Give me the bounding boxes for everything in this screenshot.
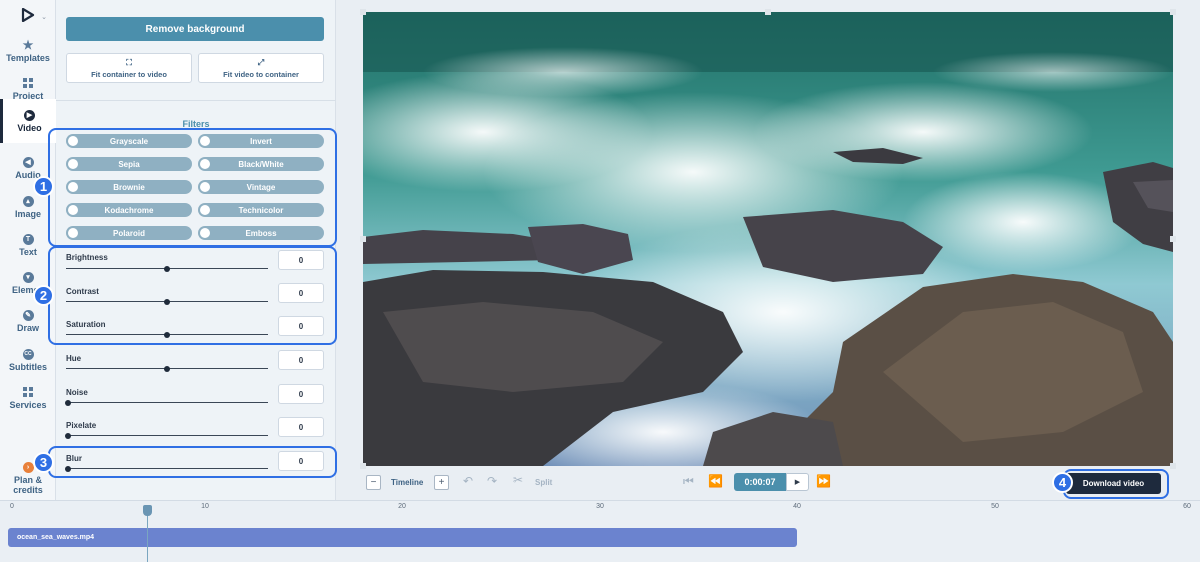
hue-input[interactable]: 0 (278, 350, 324, 370)
highlight-adjustments (48, 246, 337, 345)
current-time: 0:00:07 (734, 473, 786, 491)
remove-background-button[interactable]: Remove background (66, 17, 324, 41)
tick-label: 50 (991, 503, 999, 510)
play-icon: ▶ (794, 479, 801, 486)
noise-input[interactable]: 0 (278, 384, 324, 404)
skip-back-icon[interactable]: ⏮ (683, 474, 694, 489)
rail-item-label: Plan & credits (13, 475, 43, 495)
pixelate-label: Pixelate (66, 421, 97, 430)
elements-icon: ▾ (22, 271, 34, 283)
star-icon: ★ (22, 38, 34, 52)
image-icon: ▴ (22, 195, 34, 207)
resize-handle[interactable] (765, 9, 771, 15)
tick-label: 40 (793, 503, 801, 510)
rail-item-label: Text (19, 247, 37, 257)
zoom-in-button[interactable]: + (434, 475, 449, 490)
rail-item-label: Services (9, 400, 47, 410)
fast-forward-icon[interactable]: ⏩ (816, 474, 831, 488)
slider-thumb[interactable] (65, 432, 71, 439)
fit-container-to-video-button[interactable]: ⛶ Fit container to video (66, 53, 192, 83)
divider (56, 100, 336, 101)
video-preview[interactable] (363, 12, 1173, 466)
rail-item-templates[interactable]: ★ Templates (0, 32, 56, 70)
app-logo[interactable]: ⌄ (0, 0, 55, 30)
audio-icon: ◀ (22, 156, 34, 168)
pixelate-input[interactable]: 0 (278, 417, 324, 437)
slider-thumb[interactable] (65, 399, 71, 406)
grid-icon (22, 77, 34, 89)
annotation-badge-4: 4 (1052, 472, 1073, 493)
undo-icon[interactable]: ↶ (463, 474, 473, 488)
resize-icon: ⤢ (257, 57, 265, 67)
draw-icon: ✎ (22, 309, 34, 321)
rail-item-label: Image (14, 209, 41, 219)
rail-item-services[interactable]: Services (0, 379, 56, 417)
highlight-blur (48, 446, 337, 478)
fit-video-to-container-button[interactable]: ⤢ Fit video to container (198, 53, 324, 83)
annotation-badge-1: 1 (33, 176, 54, 197)
rewind-icon[interactable]: ⏪ (708, 474, 723, 488)
cc-icon: CC (22, 348, 34, 360)
resize-handle[interactable] (360, 9, 366, 15)
noise-label: Noise (66, 388, 88, 397)
expand-icon: ⛶ (126, 57, 132, 67)
timeline-label: Timeline (391, 478, 424, 487)
video-clip[interactable]: ocean_sea_waves.mp4 (8, 528, 797, 547)
tick-label: 0 (10, 503, 14, 510)
text-icon: T (22, 233, 34, 245)
split-label[interactable]: Split (535, 478, 552, 487)
pixelate-slider[interactable] (65, 432, 268, 439)
timeline: 0 10 20 30 40 50 60 ocean_sea_waves.mp4 (0, 500, 1200, 562)
video-stage (337, 0, 1200, 500)
fit-video-label: Fit video to container (223, 69, 299, 79)
tick-label: 20 (398, 503, 406, 510)
ocean-waves-frame (363, 12, 1173, 466)
hue-slider[interactable] (66, 365, 268, 372)
play-icon: ▶ (24, 109, 36, 121)
redo-icon[interactable]: ↷ (487, 474, 497, 488)
rail-item-label: Subtitles (8, 362, 47, 372)
slider-thumb[interactable] (164, 365, 170, 372)
tick-label: 30 (596, 503, 604, 510)
resize-handle[interactable] (1170, 236, 1176, 242)
chevron-down-icon[interactable]: ⌄ (41, 13, 47, 21)
annotation-badge-2: 2 (33, 285, 54, 306)
tick-label: 60 (1183, 503, 1191, 510)
rail-item-label: Templates (6, 53, 50, 63)
resize-handle[interactable] (1170, 9, 1176, 15)
noise-slider[interactable] (65, 399, 268, 406)
grid-icon (22, 386, 34, 398)
playhead-line (147, 509, 148, 562)
play-button[interactable]: ▶ (786, 473, 809, 491)
fit-container-label: Fit container to video (91, 69, 167, 79)
highlight-filters (48, 128, 337, 247)
highlight-download (1063, 469, 1169, 499)
rail-item-label: Draw (16, 323, 39, 333)
playhead[interactable] (143, 505, 152, 516)
tick-label: 10 (201, 503, 209, 510)
zoom-out-button[interactable]: − (366, 475, 381, 490)
logo-icon (21, 8, 34, 22)
resize-handle[interactable] (360, 236, 366, 242)
scissors-icon[interactable]: ✂ (513, 473, 523, 487)
hue-label: Hue (66, 354, 82, 363)
annotation-badge-3: 3 (33, 452, 54, 473)
timeline-ruler[interactable]: 0 10 20 30 40 50 60 (0, 501, 1200, 521)
rail-item-label: Video (17, 123, 42, 133)
rail-item-subtitles[interactable]: CC Subtitles (0, 341, 56, 379)
